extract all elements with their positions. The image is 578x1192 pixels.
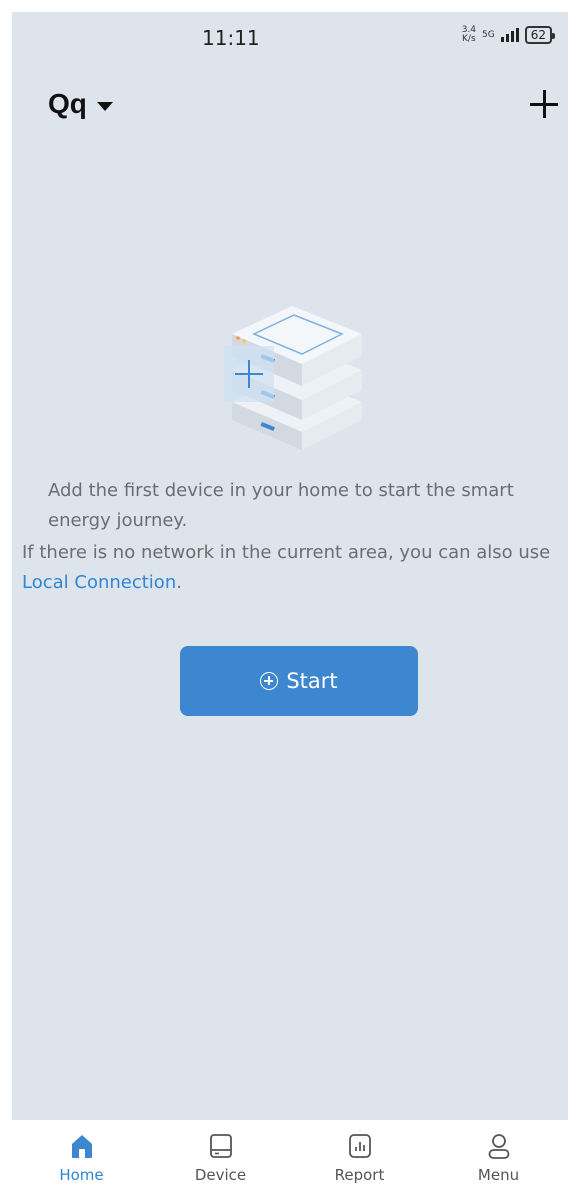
report-icon	[348, 1134, 371, 1158]
network-speed-unit: K/s	[462, 34, 476, 44]
status-bar: 11:11 3.4 K/s 5G 62	[12, 12, 568, 60]
network-speed: 3.4 K/s	[462, 26, 476, 44]
nav-item-device[interactable]: Device	[151, 1120, 290, 1192]
home-selector[interactable]: Qq	[48, 88, 113, 120]
nav-label-menu: Menu	[477, 1166, 520, 1184]
add-circle-icon	[260, 672, 279, 690]
device-icon	[209, 1134, 232, 1158]
status-time: 11:11	[202, 26, 260, 50]
plus-icon[interactable]	[528, 88, 560, 120]
app-screen: 11:11 3.4 K/s 5G 62 Qq Add the first dev…	[12, 12, 568, 1192]
caret-down-icon	[96, 101, 113, 111]
home-name: Qq	[48, 88, 87, 119]
bottom-nav: Home Device Report Menu	[12, 1120, 568, 1192]
battery-indicator: 62	[524, 26, 556, 44]
offline-hint-end: .	[176, 572, 182, 593]
offline-hint-text: If there is no network in the current ar…	[22, 542, 551, 563]
signal-icon	[500, 28, 519, 42]
nav-label-report: Report	[334, 1166, 385, 1184]
local-connection-link[interactable]: Local Connection	[22, 572, 176, 593]
empty-state-message: Add the first device in your home to sta…	[48, 480, 514, 531]
network-type: 5G	[482, 30, 495, 40]
nav-item-report[interactable]: Report	[290, 1120, 429, 1192]
nav-label-device: Device	[194, 1166, 247, 1184]
user-icon	[488, 1134, 509, 1159]
stacked-devices-illustration	[224, 306, 362, 450]
nav-item-menu[interactable]: Menu	[429, 1120, 568, 1192]
start-button[interactable]: Start	[180, 646, 418, 716]
status-indicators: 3.4 K/s 5G 62	[462, 26, 556, 44]
start-button-label: Start	[286, 669, 338, 693]
nav-item-home[interactable]: Home	[12, 1120, 151, 1192]
nav-label-home: Home	[59, 1166, 104, 1184]
offline-hint: If there is no network in the current ar…	[22, 538, 568, 598]
home-icon	[71, 1135, 92, 1158]
